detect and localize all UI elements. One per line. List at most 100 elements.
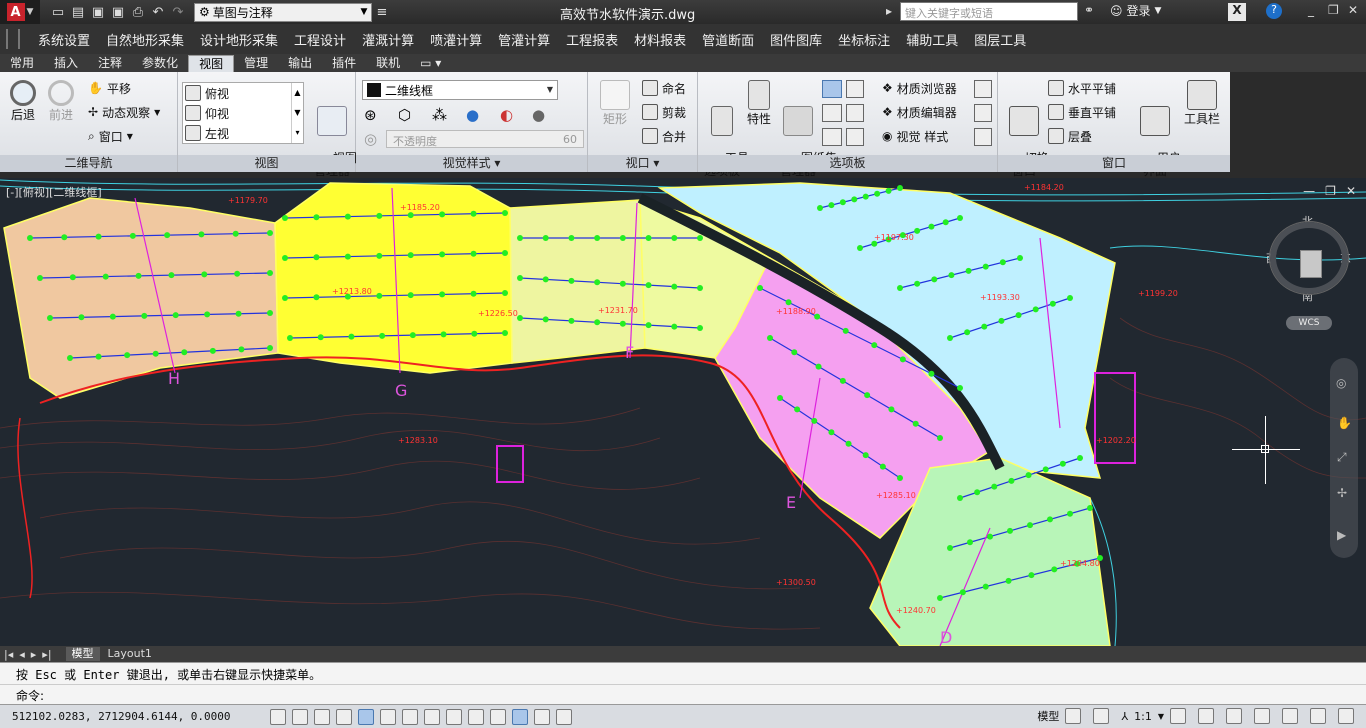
restore-icon[interactable]: ❐ <box>1328 3 1339 17</box>
rectangle-viewport-button[interactable]: 矩形 <box>594 80 636 126</box>
menu-pipe-calc[interactable]: 管灌计算 <box>490 30 558 49</box>
pan-icon[interactable]: ✋ <box>1337 416 1352 430</box>
undo-icon[interactable]: ↶ <box>148 2 168 22</box>
opacity-slider[interactable]: 不透明度 60 <box>386 130 584 148</box>
material-browser-button[interactable]: ❖ 材质浏览器 <box>882 78 957 98</box>
viewport-controls-label[interactable]: [-][俯视][二维线框] <box>6 184 102 200</box>
restore-icon[interactable]: ❐ <box>1325 184 1336 198</box>
visual-styles-button[interactable]: ◉ 视觉 样式 <box>882 126 948 146</box>
navigation-bar[interactable]: ◎ ✋ ⤢ ✢ ▶ <box>1330 358 1358 558</box>
close-icon[interactable]: ✕ <box>1348 3 1358 17</box>
switch-window-button[interactable]: 切换 窗口 <box>1002 80 1049 191</box>
grid-display-icon[interactable] <box>314 708 330 725</box>
menu-drawing-library[interactable]: 图件图库 <box>762 30 830 49</box>
print-icon[interactable]: ⎙ <box>128 2 148 22</box>
cursor-coordinates[interactable]: 512102.0283, 2712904.6144, 0.0000 <box>0 710 270 723</box>
object-snap-icon[interactable] <box>380 708 396 725</box>
3d-object-snap-icon[interactable] <box>402 708 418 725</box>
lock-icon[interactable] <box>1254 708 1270 724</box>
dynamic-ucs-icon[interactable] <box>446 708 462 725</box>
save-icon[interactable]: ▣ <box>88 2 108 22</box>
dynamic-input-icon[interactable] <box>468 708 484 725</box>
view-left[interactable]: 左视 <box>185 123 229 143</box>
tab-plugins[interactable]: 插件 <box>322 55 366 72</box>
clip-viewport-button[interactable]: 剪裁 <box>642 102 686 122</box>
properties-button[interactable]: 特性 <box>742 80 776 126</box>
hardware-acceleration-icon[interactable] <box>1282 708 1298 724</box>
minimize-icon[interactable]: — <box>1303 184 1315 198</box>
wcs-menu[interactable]: WCS <box>1286 316 1332 330</box>
ortho-mode-icon[interactable] <box>336 708 352 725</box>
tool-palettes-button[interactable]: 工具 选项板 <box>702 80 749 191</box>
close-icon[interactable]: ✕ <box>1346 184 1356 198</box>
tab-layout1[interactable]: Layout1 <box>102 647 158 661</box>
face-style-icon[interactable]: ⬡ <box>398 106 411 124</box>
tab-model[interactable]: 模型 <box>65 647 100 661</box>
tab-nav-first-icon[interactable]: |◂ <box>4 648 13 661</box>
color-icon[interactable]: ● <box>466 106 479 124</box>
snap-mode-icon[interactable] <box>292 708 308 725</box>
palette-markup-icon[interactable] <box>846 104 864 122</box>
menu-natural-terrain[interactable]: 自然地形采集 <box>98 30 192 49</box>
quick-properties-icon[interactable] <box>534 708 550 725</box>
chevron-down-icon[interactable]: ▼ <box>1158 712 1164 721</box>
material-editor-button[interactable]: ❖ 材质编辑器 <box>882 102 957 122</box>
orbit-icon[interactable]: ✢ <box>1337 486 1347 500</box>
viewcube-ring[interactable] <box>1270 222 1348 294</box>
model-space-label[interactable]: 模型 <box>1037 708 1059 724</box>
command-input[interactable]: 命令: <box>0 684 1366 704</box>
sheet-set-button[interactable]: 图纸集 管理器 <box>778 80 837 191</box>
object-snap-tracking-icon[interactable] <box>424 708 440 725</box>
view-gallery[interactable]: 俯视 仰视 左视 ▲ ▼ ▾ <box>182 82 304 144</box>
quick-view-layouts-icon[interactable] <box>1065 708 1082 724</box>
menu-coordinate-label[interactable]: 坐标标注 <box>830 30 898 49</box>
tab-insert[interactable]: 插入 <box>44 55 88 72</box>
auto-scale-icon[interactable] <box>1198 708 1214 724</box>
pan-button[interactable]: ✋ 平移 <box>88 78 131 98</box>
toolbars-button[interactable]: 工具栏 <box>1180 80 1224 126</box>
named-viewports-button[interactable]: 命名 <box>642 78 686 98</box>
redo-icon[interactable]: ↷ <box>168 2 188 22</box>
palette-extra-icon-2[interactable] <box>974 104 992 122</box>
view-manager-button[interactable]: 视图 管理器 <box>310 80 357 191</box>
steering-wheel-icon[interactable]: ◎ <box>1336 376 1346 390</box>
annotation-visibility-icon[interactable] <box>1170 708 1186 724</box>
transparency-icon[interactable] <box>512 708 528 725</box>
search-arrow-icon[interactable]: ▸ <box>886 4 892 18</box>
palette-db-icon[interactable] <box>822 104 842 122</box>
exchange-icon[interactable]: X <box>1228 3 1246 21</box>
minimize-icon[interactable]: _ <box>1308 3 1314 17</box>
menu-aux-tools[interactable]: 辅助工具 <box>898 30 966 49</box>
palette-calc-icon[interactable] <box>846 80 864 98</box>
app-menu-button[interactable]: A ▼ <box>0 0 40 24</box>
search-input[interactable]: 键入关键字或短语 <box>900 2 1078 21</box>
quick-view-drawings-icon[interactable] <box>1093 708 1110 724</box>
lineweight-icon[interactable] <box>490 708 506 725</box>
x-ray-icon[interactable]: ◐ <box>500 106 513 124</box>
view-bottom[interactable]: 仰视 <box>185 103 229 123</box>
menu-layer-tools[interactable]: 图层工具 <box>966 30 1034 49</box>
clean-screen-icon[interactable] <box>1338 708 1354 724</box>
save-as-icon[interactable]: ▣ <box>108 2 128 22</box>
view-top[interactable]: 俯视 <box>185 83 229 103</box>
palette-extra-icon-1[interactable] <box>974 80 992 98</box>
tab-nav-prev-icon[interactable]: ◂ <box>19 648 25 661</box>
cascade-button[interactable]: 层叠 <box>1048 126 1092 146</box>
forward-button[interactable]: 前进 <box>44 80 78 122</box>
isolate-objects-icon[interactable] <box>1310 708 1326 724</box>
tile-vertical-button[interactable]: 垂直平铺 <box>1048 102 1116 122</box>
menu-irrigation-calc[interactable]: 灌溉计算 <box>354 30 422 49</box>
tab-output[interactable]: 输出 <box>278 55 322 72</box>
tab-view[interactable]: 视图 <box>188 55 235 72</box>
menu-engineering-design[interactable]: 工程设计 <box>286 30 354 49</box>
help-icon[interactable]: ? <box>1266 3 1282 19</box>
orbit-button[interactable]: ✢ 动态观察 ▼ <box>88 102 160 122</box>
tab-manage[interactable]: 管理 <box>234 55 278 72</box>
menu-pipe-section[interactable]: 管道断面 <box>694 30 762 49</box>
quick-access-dropdown-icon[interactable]: ≡ <box>372 2 392 22</box>
polar-tracking-icon[interactable] <box>358 708 374 725</box>
join-viewport-button[interactable]: 合并 <box>642 126 686 146</box>
menu-grip[interactable] <box>6 29 20 49</box>
menu-system-settings[interactable]: 系统设置 <box>30 30 98 49</box>
shadows-icon[interactable]: ⁂ <box>432 106 447 124</box>
